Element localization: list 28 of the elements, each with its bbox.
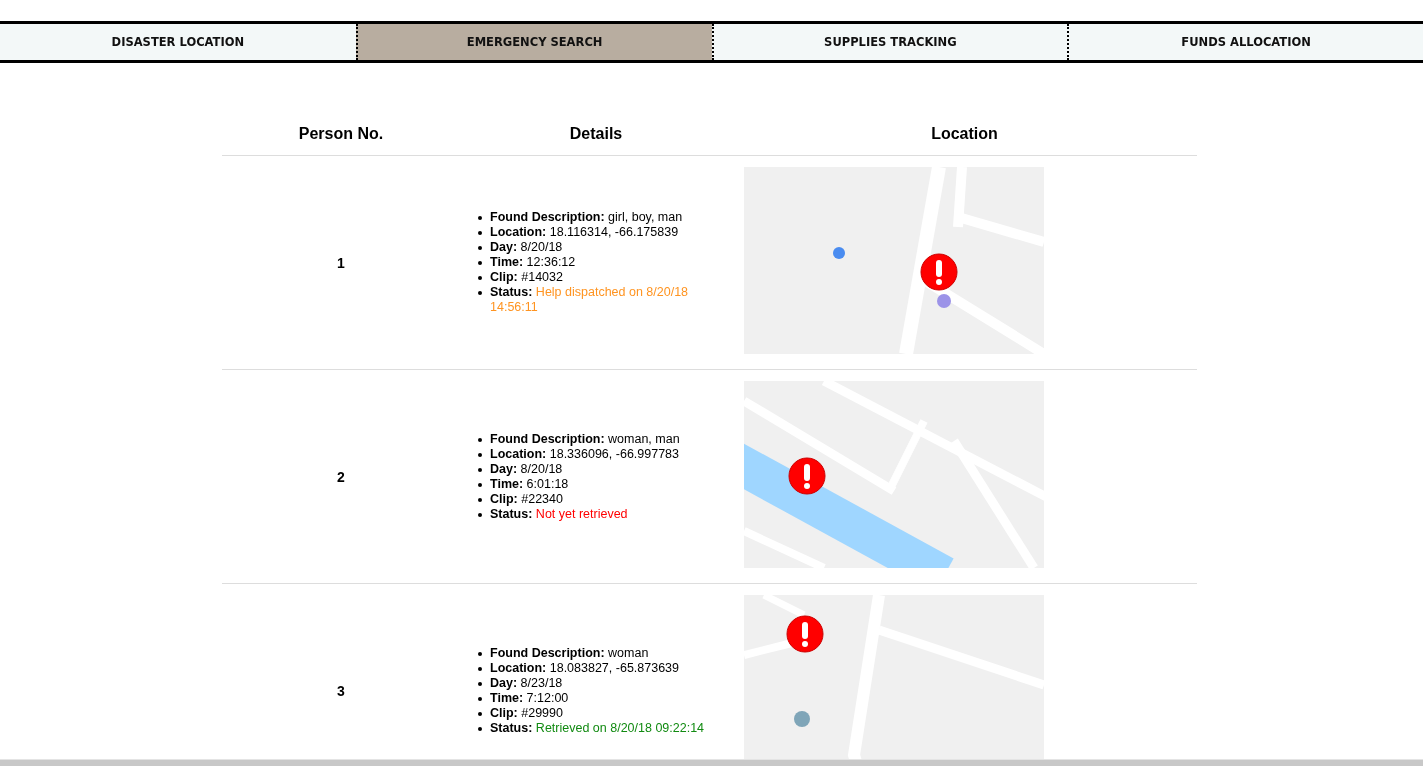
detail-item: Clip: #29990 xyxy=(490,705,563,721)
nav-tab[interactable]: SUPPLIES TRACKING xyxy=(711,24,1068,60)
nav-tab[interactable]: DISASTER LOCATION xyxy=(0,24,356,60)
column-header: Location xyxy=(930,124,999,144)
detail-item: Clip: #22340 xyxy=(490,491,563,507)
nav-tab[interactable]: FUNDS ALLOCATION xyxy=(1067,24,1423,60)
person-number: 3 xyxy=(337,682,345,699)
detail-item: Found Description: woman, man xyxy=(490,431,680,447)
detail-item: Location: 18.336096, -66.997783 xyxy=(490,446,680,462)
detail-item: Day: 8/20/18 xyxy=(490,240,563,255)
detail-item: Day: 8/23/18 xyxy=(490,675,563,691)
detail-item: Day: 8/20/18 xyxy=(490,461,563,477)
detail-item: Location: 18.116314, -66.175839 xyxy=(490,225,679,240)
status-item: Status: Not yet retrieved xyxy=(490,506,628,522)
person-number: 2 xyxy=(337,468,345,485)
status-item: Status: Retrieved on 8/20/18 09:22:14 xyxy=(490,720,705,736)
detail-item: Found Description: girl, boy, man xyxy=(490,210,683,225)
detail-item: Clip: #14032 xyxy=(490,270,563,285)
detail-item: Found Description: woman xyxy=(490,645,649,661)
column-header: Details xyxy=(568,124,624,144)
detail-item: Time: 12:36:12 xyxy=(490,255,576,270)
status-item: Status: Help dispatched on 8/20/18 14:56:11 xyxy=(490,285,690,315)
detail-item: Location: 18.083827, -65.873639 xyxy=(490,660,680,676)
nav-tab[interactable]: EMERGENCY SEARCH xyxy=(355,24,712,60)
detail-item: Time: 6:01:18 xyxy=(490,476,569,492)
person-number: 1 xyxy=(337,254,345,271)
detail-item: Time: 7:12:00 xyxy=(490,690,569,706)
column-header: Person No. xyxy=(297,124,385,144)
